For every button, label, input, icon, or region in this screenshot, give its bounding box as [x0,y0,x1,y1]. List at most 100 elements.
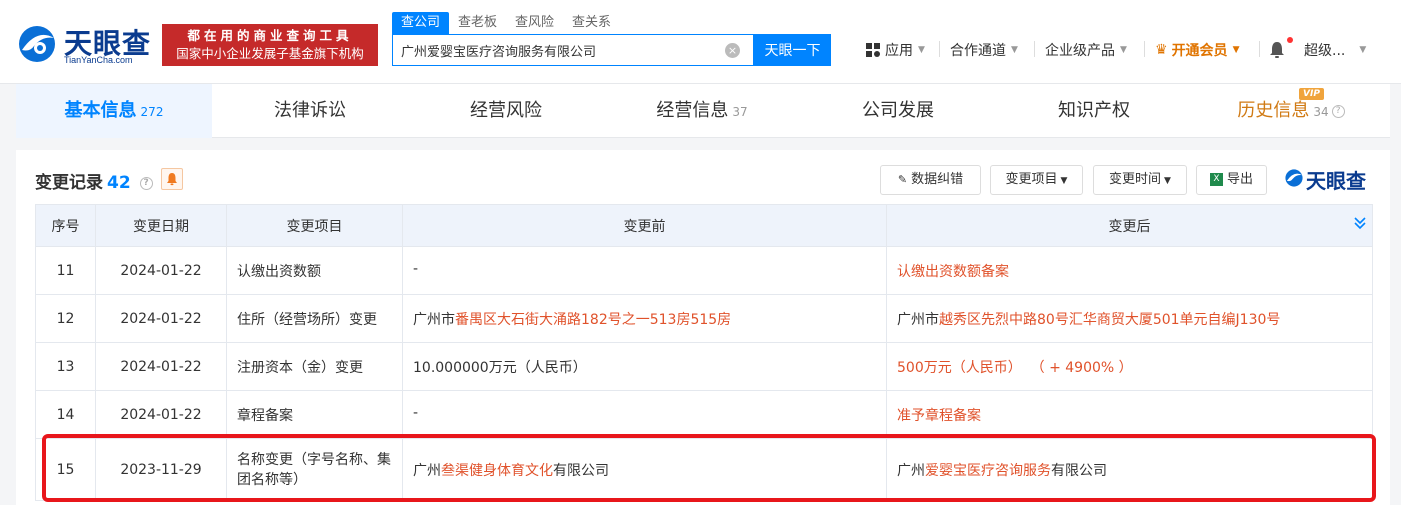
edit-icon: ✎ [897,173,908,186]
nav-apps[interactable]: 应用 ▼ [866,38,925,62]
cell-before: 10.000000万元（人民币） [402,342,887,391]
tab-ip[interactable]: 知识产权 [996,84,1192,138]
brand-text: 天眼查 [1306,169,1366,193]
notification-dot [1287,37,1293,43]
bell-icon[interactable] [1268,40,1286,60]
chevron-down-icon: ▼ [1232,45,1240,55]
bell-icon [167,173,177,186]
nav-user-label: 超级... [1304,43,1346,59]
tab-development[interactable]: 公司发展 [800,84,996,138]
tab-count: 272 [140,105,164,119]
plain-text: 广州市 [413,312,455,328]
cell-item: 住所（经营场所）变更 [226,294,403,343]
search-tab-risk[interactable]: 查风险 [506,12,563,34]
search-tab-company[interactable]: 查公司 [392,12,450,34]
export-button[interactable]: X 导出 [1196,165,1267,195]
button-label: 导出 [1226,172,1253,187]
nav-partner-label: 合作通道 [950,43,1006,59]
cell-item: 认缴出资数额 [226,246,403,295]
cell-after: 500万元（人民币） （ + 4900% ） [886,342,1373,391]
divider [1259,41,1260,57]
button-label: 变更时间 [1109,172,1162,187]
cell-no: 14 [35,390,96,439]
tab-legal[interactable]: 法律诉讼 [212,84,408,138]
cell-before: - [402,390,887,439]
col-header-no: 序号 [35,204,96,247]
nav-partner[interactable]: 合作通道 ▼ [950,38,1018,62]
alarm-bell-icon[interactable] [161,168,183,190]
cell-before: - [402,246,887,295]
search-input[interactable] [401,35,721,65]
section-title-text: 变更记录 [35,173,103,193]
data-correction-button[interactable]: ✎ 数据纠错 [880,165,981,195]
tab-label: 经营风险 [470,100,542,121]
help-icon[interactable]: ? [1331,104,1345,118]
cell-no: 11 [35,246,96,295]
tab-operating-info[interactable]: 经营信息 37 [604,84,800,138]
highlight-text: 认缴出资数额备案 [897,264,1009,280]
search-tab-boss[interactable]: 查老板 [449,12,506,34]
chevron-down-icon: ▼ [1011,45,1018,55]
slogan-banner[interactable]: 都在用的商业查询工具 国家中小企业发展子基金旗下机构 [162,24,378,66]
table-row: 12 2024-01-22 住所（经营场所）变更 广州市番禺区大石街大涌路182… [35,294,1373,343]
tab-label: 知识产权 [1058,100,1130,121]
cell-no: 12 [35,294,96,343]
chevron-down-icon: ▼ [1359,45,1367,55]
cell-before: 广州市番禺区大石街大涌路182号之一513房515房 [402,294,887,343]
cell-date: 2024-01-22 [95,390,227,439]
table-row: 11 2024-01-22 认缴出资数额 - 认缴出资数额备案 [35,246,1373,295]
excel-icon: X [1209,173,1223,186]
cell-after: 准予章程备案 [886,390,1373,439]
cell-date: 2024-01-22 [95,342,227,391]
table-row: 13 2024-01-22 注册资本（金）变更 10.000000万元（人民币）… [35,342,1373,391]
tab-label: 经营信息 [656,100,729,121]
tab-label: 法律诉讼 [274,100,346,121]
cell-item: 注册资本（金）变更 [226,342,403,391]
nav-user[interactable]: 超级... ▼ [1304,38,1366,62]
button-label: 数据纠错 [911,172,964,187]
divider [939,41,940,57]
logo-mark-icon [19,26,55,62]
button-label: 变更项目 [1005,172,1058,187]
nav-vip[interactable]: ♛ 开通会员 ▼ [1155,38,1239,62]
tab-history[interactable]: 历史信息 34? [1192,84,1390,138]
nav-apps-label: 应用 [885,43,913,59]
logo-mark-icon [1285,169,1303,187]
clear-icon[interactable]: × [725,43,740,58]
tab-count: 37 [732,105,748,119]
change-time-filter[interactable]: 变更时间 ▼ [1093,165,1187,195]
change-item-filter[interactable]: 变更项目 ▼ [990,165,1083,195]
search-type-tabs: 查公司 查老板 查风险 查关系 [392,12,620,34]
cell-after: 认缴出资数额备案 [886,246,1373,295]
nav-enterprise-label: 企业级产品 [1045,43,1115,59]
slogan-line1: 都在用的商业查询工具 [187,28,353,43]
search-button[interactable]: 天眼一下 [754,34,831,66]
tianyancha-logo[interactable]: 天眼查 TianYanCha.com [16,22,156,70]
company-tabs: 基本信息 272 法律诉讼 经营风险 经营信息 37 公司发展 知识产权 历史信息 3… [16,84,1390,138]
tab-count: 34 [1313,105,1329,119]
nav-enterprise[interactable]: 企业级产品 ▼ [1045,38,1127,62]
chevron-down-icon: ▼ [918,45,925,55]
tab-operating-risk[interactable]: 经营风险 [408,84,604,138]
section-count: 42 [107,173,131,193]
search-box: × [392,34,754,66]
col-header-before: 变更前 [402,204,887,247]
plain-text: 广州市 [897,312,939,328]
col-header-after: 变更后 [886,204,1373,247]
help-icon[interactable]: ? [139,176,153,190]
cell-date: 2024-01-22 [95,246,227,295]
col-header-item: 变更项目 [226,204,403,247]
search-tab-relation[interactable]: 查关系 [563,12,620,34]
tab-basic-info[interactable]: 基本信息 272 [16,84,212,138]
grid-icon [866,43,880,57]
highlight-text: 番禺区大石街大涌路182号之一513房515房 [455,312,732,328]
chevron-down-icon: ▼ [1060,176,1068,186]
top-header: 天眼查 TianYanCha.com 都在用的商业查询工具 国家中小企业发展子基… [0,0,1401,84]
divider [1144,41,1145,57]
double-chevron-down-icon[interactable] [1353,216,1367,234]
annotation-highlight-box [42,434,1376,502]
section-title: 变更记录 42 ? [35,168,153,193]
col-header-date: 变更日期 [95,204,227,247]
cell-no: 13 [35,342,96,391]
cell-after: 广州市越秀区先烈中路80号汇华商贸大厦501单元自编J130号 [886,294,1373,343]
